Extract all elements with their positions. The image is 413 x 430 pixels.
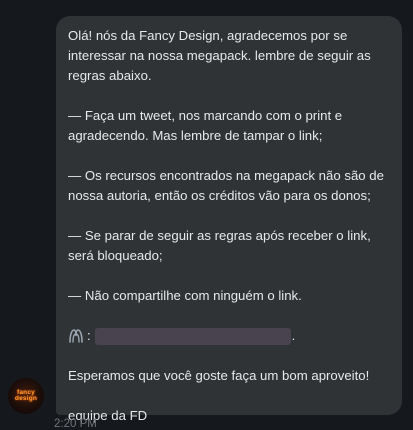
avatar-logo-text: fancy design xyxy=(14,389,38,402)
message-timestamp: 2:20 PM xyxy=(54,418,97,430)
link-trailing-dot: . xyxy=(291,328,296,343)
mega-logo-icon xyxy=(68,328,84,344)
redacted-link-row: : . xyxy=(68,326,390,346)
redacted-link[interactable] xyxy=(94,327,291,345)
message-signature: equipe da FD xyxy=(68,408,148,423)
message-rule-blocked: — Se parar de seguir as regras após rece… xyxy=(68,228,371,263)
message-rule-credits: — Os recursos encontrados na megapack nã… xyxy=(68,168,384,203)
message-rule-tweet: — Faça um tweet, nos marcando com o prin… xyxy=(68,108,343,143)
sender-avatar[interactable]: fancy design xyxy=(8,378,44,414)
link-colon: : xyxy=(87,328,91,343)
message-bubble: Olá! nós da Fancy Design, agradecemos po… xyxy=(56,16,402,423)
message-closing: Esperamos que você goste faça um bom apr… xyxy=(68,368,370,383)
message-rule-no-share: — Não compartilhe com ninguém o link. xyxy=(68,288,302,303)
message-paragraph-intro: Olá! nós da Fancy Design, agradecemos po… xyxy=(68,28,371,83)
